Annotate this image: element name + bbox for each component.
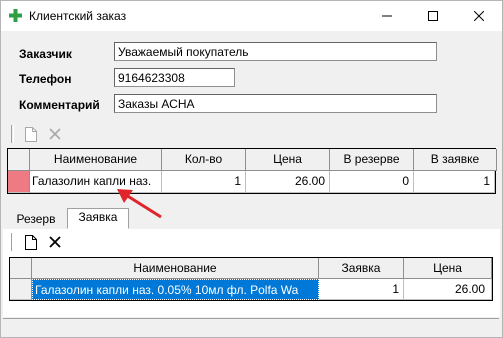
row-indicator[interactable] xyxy=(8,171,30,193)
new-button[interactable] xyxy=(21,125,41,143)
tab-reserve[interactable]: Резерв xyxy=(7,210,65,229)
cell-ordered[interactable]: 1 xyxy=(414,171,495,193)
green-cross-icon xyxy=(9,9,22,22)
tab-strip: Резерв Заявка xyxy=(3,208,500,230)
customer-label: Заказчик xyxy=(19,47,72,61)
phone-label: Телефон xyxy=(19,72,72,86)
cell-name-selected[interactable]: Галазолин капли наз. 0.05% 10мл фл. Polf… xyxy=(32,279,319,300)
row-indicator[interactable] xyxy=(10,279,32,300)
title-bar: Клиентский заказ xyxy=(1,1,502,31)
grid-corner xyxy=(10,258,32,279)
cell-order[interactable]: 1 xyxy=(319,279,404,300)
column-header-reserved[interactable]: В резерве xyxy=(330,149,414,171)
order-tab-panel: Наименование Заявка Цена Галазолин капли… xyxy=(3,229,500,317)
delete-x-icon xyxy=(49,128,61,140)
request-grid[interactable]: Наименование Заявка Цена Галазолин капли… xyxy=(9,257,493,301)
column-header-order[interactable]: Заявка xyxy=(319,258,404,279)
toolbar-grip xyxy=(11,125,14,143)
cell-price[interactable]: 26.00 xyxy=(404,279,492,300)
maximize-icon xyxy=(428,11,438,21)
new-button[interactable] xyxy=(21,233,41,251)
red-arrow-annotation xyxy=(117,189,162,219)
delete-button[interactable] xyxy=(45,125,65,143)
comment-field[interactable]: Заказы АСНА xyxy=(114,94,437,113)
close-icon xyxy=(474,11,484,21)
status-bar xyxy=(3,318,499,336)
maximize-button[interactable] xyxy=(410,1,456,31)
close-button[interactable] xyxy=(456,1,502,31)
customer-field[interactable]: Уважаемый покупатель xyxy=(114,42,437,61)
column-header-qty[interactable]: Кол-во xyxy=(162,149,246,171)
order-grid[interactable]: Наименование Кол-во Цена В резерве В зая… xyxy=(7,148,497,194)
new-document-icon xyxy=(25,234,37,250)
window-title: Клиентский заказ xyxy=(29,9,127,23)
client-order-window: Клиентский заказ Заказчик Уважаемый поку… xyxy=(0,0,503,338)
cell-price[interactable]: 26.00 xyxy=(246,171,330,193)
bottom-toolbar xyxy=(7,231,497,253)
grid-corner xyxy=(8,149,30,171)
column-header-price[interactable]: Цена xyxy=(246,149,330,171)
minimize-button[interactable] xyxy=(364,1,410,31)
cell-qty[interactable]: 1 xyxy=(162,171,246,193)
delete-x-icon xyxy=(49,236,61,248)
cell-reserved[interactable]: 0 xyxy=(330,171,414,193)
column-header-price[interactable]: Цена xyxy=(404,258,492,279)
phone-field[interactable]: 9164623308 xyxy=(114,68,235,87)
new-document-icon xyxy=(25,126,37,142)
column-header-name[interactable]: Наименование xyxy=(32,258,319,279)
column-header-name[interactable]: Наименование xyxy=(30,149,162,171)
minimize-icon xyxy=(382,15,392,17)
comment-label: Комментарий xyxy=(19,98,100,112)
top-toolbar xyxy=(7,123,497,145)
delete-button[interactable] xyxy=(45,233,65,251)
column-header-ordered[interactable]: В заявке xyxy=(414,149,497,171)
toolbar-grip xyxy=(11,233,14,251)
